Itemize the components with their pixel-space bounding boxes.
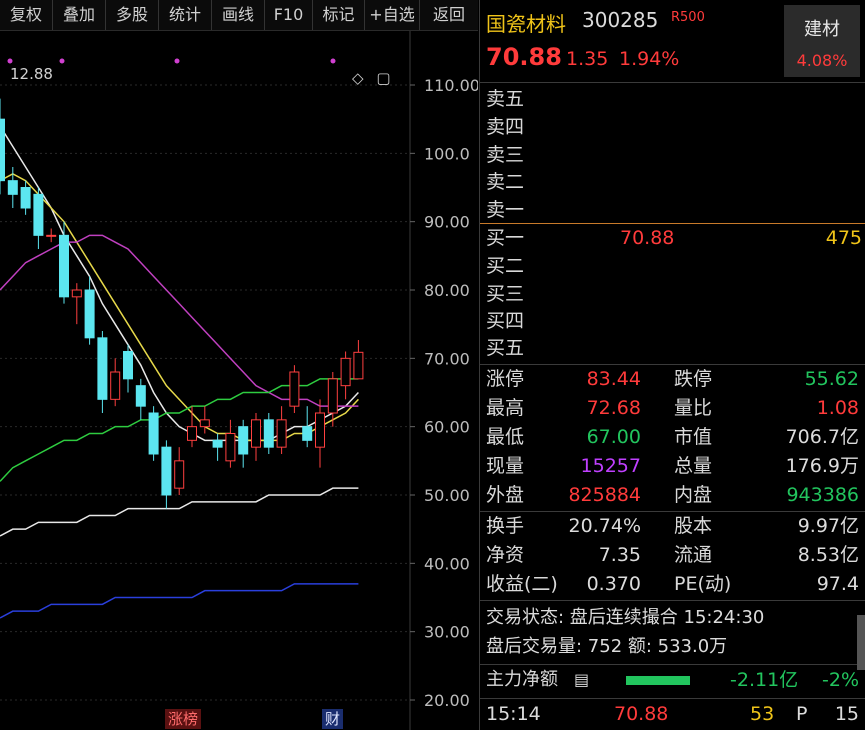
y-tick-label: 60.00 xyxy=(424,418,470,437)
sell-row: 卖三 xyxy=(486,144,525,166)
y-tick-label: 100.0 xyxy=(424,144,470,163)
main-flow-value: -2.11亿 xyxy=(730,669,799,691)
ma-line-0 xyxy=(0,125,359,442)
divider xyxy=(480,82,865,83)
candle-body xyxy=(302,426,313,441)
candle-body xyxy=(174,460,185,489)
y-tick-label: 20.00 xyxy=(424,691,470,710)
reference-price-label: 12.88 xyxy=(10,65,53,83)
candle-body xyxy=(238,426,249,455)
sell-row: 卖一 xyxy=(486,199,525,221)
chart-toolbar: 复权 叠加 多股 统计 画线 F10 标记 +自选 返回 xyxy=(0,0,478,31)
sell-row: 卖五 xyxy=(486,88,525,110)
candle-body xyxy=(59,234,69,298)
quote-panel: 国瓷材料 300285 R500 70.88 1.35 1.94% 建材 4.0… xyxy=(479,0,865,730)
after-hours-volume: 盘后交易量: 752 额: 533.0万 xyxy=(486,636,728,657)
event-marker xyxy=(174,58,180,64)
toolbar-button-draw-line[interactable]: 画线 xyxy=(212,0,265,30)
toolbar-button-statistics[interactable]: 统计 xyxy=(159,0,212,30)
candle-body xyxy=(315,412,325,448)
price-change: 1.35 xyxy=(566,48,609,70)
scrollbar-thumb[interactable] xyxy=(857,615,865,670)
chart-tool-icons: ◇ ▢ xyxy=(352,69,399,87)
stock-code: 300285 xyxy=(582,8,659,32)
buy-row: 买五 xyxy=(486,337,525,359)
candle-body xyxy=(71,289,82,298)
toolbar-button-back[interactable]: 返回 xyxy=(420,0,478,30)
sector-pct: 4.08% xyxy=(796,51,848,70)
candle-body xyxy=(33,193,44,236)
window-icon[interactable]: ▢ xyxy=(376,69,390,87)
toolbar-button-multi-stock[interactable]: 多股 xyxy=(106,0,159,30)
candle-body xyxy=(0,118,5,182)
list-icon[interactable]: ▤ xyxy=(574,666,589,694)
main-flow-pct: -2% xyxy=(822,669,859,691)
divider xyxy=(480,664,865,665)
sector-name: 建材 xyxy=(804,19,840,40)
main-flow-label[interactable]: 主力净额 xyxy=(486,666,558,694)
candle-body xyxy=(161,446,172,496)
r-tag: R500 xyxy=(671,10,705,25)
candle-body xyxy=(199,419,210,428)
divider xyxy=(480,600,865,601)
toolbar-button-overlay[interactable]: 叠加 xyxy=(53,0,106,30)
price-change-pct: 1.94% xyxy=(619,48,680,70)
candle-body xyxy=(84,289,95,339)
candle-body xyxy=(353,351,364,380)
toolbar-button-fuquan[interactable]: 复权 xyxy=(0,0,53,30)
candle-body xyxy=(327,378,338,414)
trade-status: 交易状态: 盘后连续撮合 15:24:30 xyxy=(486,607,765,628)
buy-row: 买二 xyxy=(486,255,525,277)
candle-body xyxy=(263,419,274,448)
candle-body xyxy=(46,234,57,237)
candle-body xyxy=(123,351,133,380)
main-flow-bar xyxy=(626,676,690,685)
y-tick-label: 40.00 xyxy=(424,554,470,573)
candle-body xyxy=(212,439,223,448)
candle-body xyxy=(225,433,236,462)
candle-body xyxy=(110,371,121,400)
candle-body xyxy=(7,180,18,195)
kline-chart[interactable]: 110.00 100.0 90.00 80.00 70.00 60.00 50.00 40.0… xyxy=(0,31,478,730)
kline-svg: 110.00 100.0 90.00 80.00 70.00 60.00 50.00 40.0… xyxy=(0,31,478,730)
toolbar-button-add-watchlist[interactable]: +自选 xyxy=(365,0,420,30)
candle-body xyxy=(148,412,159,455)
candle-body xyxy=(187,426,197,441)
sell-row: 卖二 xyxy=(486,171,525,193)
y-tick-label: 110.00 xyxy=(424,76,478,95)
buy-row: 买三 xyxy=(486,283,525,305)
y-tick-label: 30.00 xyxy=(424,623,470,642)
stock-name: 国瓷材料 xyxy=(486,12,566,36)
candle-body xyxy=(135,385,146,407)
toolbar-button-f10[interactable]: F10 xyxy=(265,0,313,30)
current-price: 70.88 xyxy=(486,43,562,71)
candle-body xyxy=(289,371,300,407)
y-tick-label: 50.00 xyxy=(424,486,470,505)
ma-line-2 xyxy=(0,234,359,407)
rank-tag[interactable]: 涨榜 xyxy=(165,709,202,729)
sell-row: 卖四 xyxy=(486,116,525,138)
y-tick-label: 90.00 xyxy=(424,213,470,232)
buy-row: 买四 xyxy=(486,310,525,332)
candle-body xyxy=(276,419,287,448)
event-marker xyxy=(7,58,13,64)
sector-box[interactable]: 建材 4.08% xyxy=(784,5,860,77)
y-tick-label: 80.00 xyxy=(424,281,470,300)
ma-line-4 xyxy=(0,487,359,537)
buy-row: 买一 70.88 475 xyxy=(486,227,862,249)
event-marker xyxy=(330,58,336,64)
candle-body xyxy=(20,187,31,209)
ma-line-5 xyxy=(0,583,359,619)
divider xyxy=(480,698,865,699)
event-marker xyxy=(59,58,65,64)
toolbar-button-mark[interactable]: 标记 xyxy=(313,0,365,30)
y-tick-label: 70.00 xyxy=(424,349,470,368)
candle-body xyxy=(97,337,108,400)
finance-tag[interactable]: 财 xyxy=(322,709,344,729)
candle-body xyxy=(251,419,261,448)
candle-body xyxy=(340,357,351,387)
diamond-icon[interactable]: ◇ xyxy=(352,69,364,87)
